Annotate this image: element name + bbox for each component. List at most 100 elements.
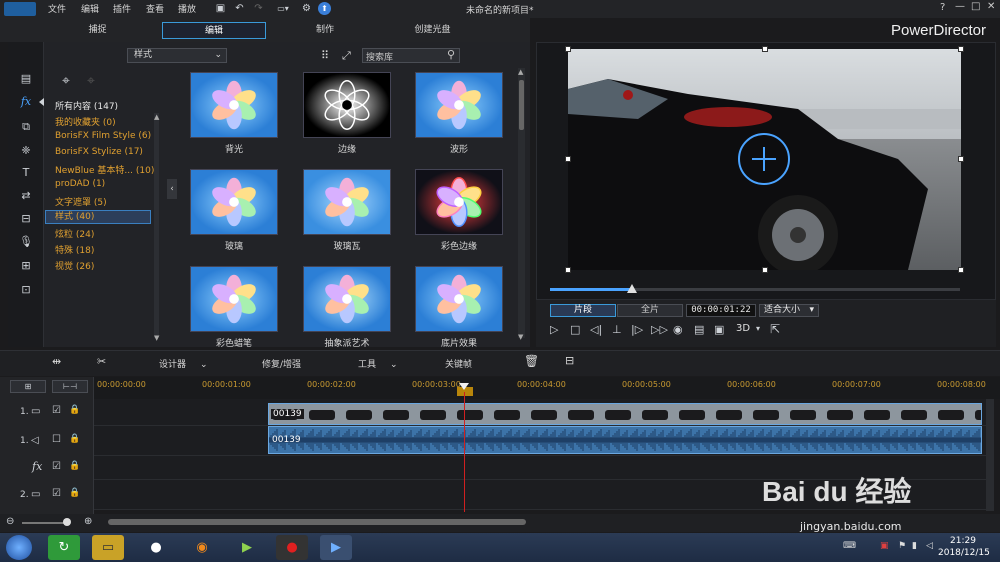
- undock-preview-icon[interactable]: ⇱: [770, 322, 780, 336]
- resize-handle[interactable]: [762, 267, 768, 273]
- fast-forward-icon[interactable]: ▷▷: [651, 323, 668, 336]
- category-item[interactable]: 特殊 (18): [55, 243, 94, 256]
- resize-handle[interactable]: [762, 46, 768, 52]
- remove-favorite-icon[interactable]: ⌖: [87, 73, 95, 89]
- lock-icon[interactable]: 🔒: [69, 434, 80, 444]
- scroll-down-icon[interactable]: ▼: [154, 334, 159, 342]
- pip-objects-icon[interactable]: ⧉: [18, 120, 34, 134]
- fit-size-dropdown[interactable]: 适合大小 ▾: [759, 304, 819, 317]
- split-scissors-icon[interactable]: ✂: [97, 355, 106, 368]
- scroll-up-icon[interactable]: ▲: [518, 68, 523, 76]
- 360-browser-icon[interactable]: ↻: [48, 535, 80, 560]
- clip-mode-button[interactable]: 片段: [550, 304, 616, 317]
- timecode-display[interactable]: 00:00:01:22: [686, 304, 756, 317]
- add-favorite-icon[interactable]: ⌖: [62, 73, 70, 89]
- category-item[interactable]: NewBlue 基本特... (10): [55, 163, 154, 176]
- menu-plugins[interactable]: 插件: [113, 2, 131, 15]
- preview-quality-icon[interactable]: ▣: [714, 323, 724, 336]
- action-center-icon[interactable]: ⚑: [898, 541, 906, 551]
- resize-handle[interactable]: [958, 156, 964, 162]
- lock-icon[interactable]: 🔒: [69, 405, 80, 415]
- stop-icon[interactable]: □: [570, 323, 580, 336]
- effect-thumbnail[interactable]: [415, 169, 503, 235]
- seek-handle-icon[interactable]: [627, 284, 637, 293]
- menu-playback[interactable]: 播放: [178, 2, 196, 15]
- menu-view[interactable]: 查看: [146, 2, 164, 15]
- lock-icon[interactable]: 🔒: [69, 488, 80, 498]
- marker-icon[interactable]: ⊢⊣: [52, 380, 88, 393]
- clock-time[interactable]: 21:29: [950, 536, 976, 546]
- 3d-mode-button[interactable]: 3D: [736, 323, 750, 334]
- title-room-icon[interactable]: T: [18, 166, 34, 180]
- resize-handle[interactable]: [958, 267, 964, 273]
- audio-clip[interactable]: 00139: [268, 426, 982, 454]
- designer-menu[interactable]: 设计器 ⌄: [159, 357, 208, 370]
- timeline-hscroll-thumb[interactable]: [108, 519, 526, 525]
- effect-thumbnail[interactable]: [303, 72, 391, 138]
- effect-thumbnail[interactable]: [190, 72, 278, 138]
- firefox-icon[interactable]: ◉: [186, 535, 218, 560]
- search-input[interactable]: 搜索库 ⚲: [362, 48, 460, 63]
- effects-room-icon[interactable]: fx: [18, 95, 34, 109]
- category-item[interactable]: 炫粒 (24): [55, 227, 94, 240]
- scroll-up-icon[interactable]: ▲: [154, 113, 159, 121]
- movie-mode-button[interactable]: 全片: [617, 304, 683, 317]
- start-button-icon[interactable]: [6, 535, 32, 560]
- next-frame-icon[interactable]: |▷: [631, 323, 643, 336]
- transition-room-icon[interactable]: ⇄: [18, 189, 34, 203]
- library-scroll-thumb[interactable]: [519, 80, 524, 130]
- volume-icon[interactable]: ▤: [694, 323, 704, 336]
- grid-view-icon[interactable]: ⠿: [321, 49, 329, 62]
- zoom-out-icon[interactable]: ⊖: [6, 516, 14, 527]
- zoom-slider-knob[interactable]: [63, 518, 71, 526]
- split-icon[interactable]: ⊥: [612, 323, 622, 336]
- video-preview[interactable]: [568, 49, 961, 270]
- subtitle-room-icon[interactable]: ⊡: [18, 283, 34, 297]
- close-button[interactable]: ✕: [987, 1, 995, 12]
- expand-view-icon[interactable]: ⤢: [342, 49, 351, 63]
- repair-enhance-button[interactable]: 修复/增强: [262, 357, 301, 370]
- particle-icon[interactable]: ❈: [18, 144, 34, 158]
- category-item[interactable]: BorisFX Stylize (17): [55, 147, 143, 157]
- snapshot-camera-icon[interactable]: ◉: [673, 323, 683, 336]
- tools-menu[interactable]: 工具 ⌄: [358, 357, 398, 370]
- speaker-icon[interactable]: ◁: [926, 541, 933, 551]
- resize-handle[interactable]: [565, 46, 571, 52]
- save-icon[interactable]: ▣: [214, 2, 227, 15]
- help-button[interactable]: ?: [940, 2, 945, 13]
- play-icon[interactable]: ▷: [550, 323, 558, 336]
- media-room-icon[interactable]: ▤: [18, 72, 34, 86]
- fit-timeline-icon[interactable]: ⇹: [52, 355, 61, 368]
- timeline-vscroll[interactable]: [986, 399, 994, 511]
- undo-icon[interactable]: ↶: [233, 2, 246, 15]
- effect-thumbnail[interactable]: [303, 266, 391, 332]
- previous-frame-icon[interactable]: ◁|: [590, 323, 602, 336]
- keyframe-button[interactable]: 关键帧: [445, 357, 472, 370]
- effect-thumbnail[interactable]: [303, 169, 391, 235]
- lock-icon[interactable]: 🔒: [69, 461, 80, 471]
- resize-handle[interactable]: [565, 156, 571, 162]
- keyboard-icon[interactable]: ⌨: [843, 541, 856, 551]
- account-icon[interactable]: ⬆: [318, 2, 331, 15]
- tab-capture[interactable]: 捕捉: [60, 22, 135, 39]
- category-item-selected[interactable]: 样式 (40): [45, 210, 151, 224]
- effect-thumbnail[interactable]: [190, 266, 278, 332]
- track-enable-checkbox[interactable]: ☑: [52, 405, 61, 416]
- file-explorer-icon[interactable]: ▭: [92, 535, 124, 560]
- category-item[interactable]: 我的收藏夹 (0): [55, 115, 116, 128]
- powerdirector-taskbar-icon[interactable]: ▶: [320, 535, 352, 560]
- track-enable-checkbox[interactable]: ☑: [52, 488, 61, 499]
- media-app-icon[interactable]: ▶: [231, 535, 263, 560]
- category-item[interactable]: BorisFX Film Style (6): [55, 131, 151, 141]
- fit-screen-icon[interactable]: ▭▾: [272, 2, 294, 15]
- category-item[interactable]: 视觉 (26): [55, 259, 94, 272]
- playhead-handle-icon[interactable]: [459, 383, 469, 390]
- category-item[interactable]: proDAD (1): [55, 179, 105, 189]
- track-enable-checkbox[interactable]: ☑: [52, 461, 61, 472]
- voice-over-icon[interactable]: 🎙: [18, 235, 34, 249]
- category-scrollbar[interactable]: [154, 113, 159, 338]
- track-manager-icon[interactable]: ⊞: [10, 380, 46, 393]
- tab-edit[interactable]: 编辑: [162, 22, 266, 39]
- chapter-room-icon[interactable]: ⊞: [18, 259, 34, 273]
- tab-produce[interactable]: 制作: [290, 22, 360, 39]
